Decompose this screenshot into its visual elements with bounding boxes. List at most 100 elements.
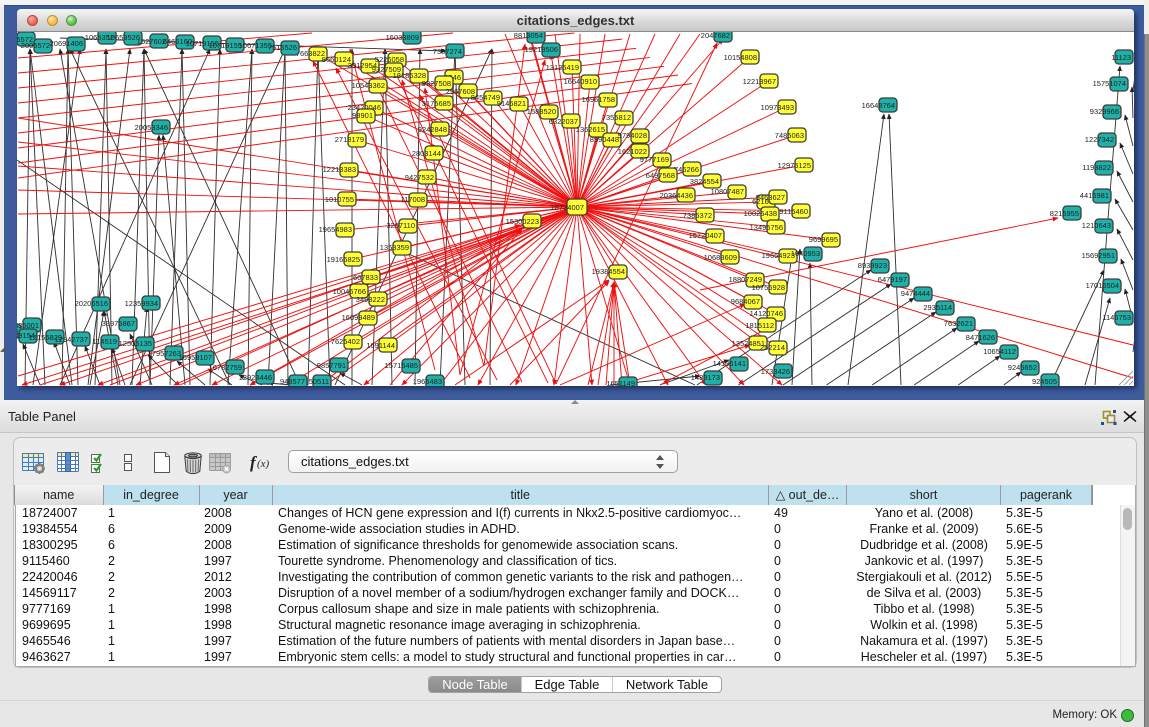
svg-text:9699695: 9699695: [809, 235, 838, 244]
svg-text:10543362: 10543362: [352, 81, 385, 90]
svg-text:16033809: 16033809: [386, 33, 419, 42]
svg-text:3824554: 3824554: [690, 177, 719, 186]
svg-text:10654112: 10654112: [983, 347, 1016, 356]
svg-text:15692951: 15692951: [1082, 251, 1115, 260]
svg-text:16099489: 16099489: [342, 313, 375, 322]
svg-text:1691144: 1691144: [366, 341, 395, 350]
svg-text:9242848: 9242848: [418, 125, 447, 134]
svg-text:9146821: 9146821: [497, 99, 526, 108]
svg-text:1733426: 1733426: [761, 367, 790, 376]
svg-text:10807487: 10807487: [711, 187, 744, 196]
svg-text:15716485: 15716485: [385, 361, 418, 370]
svg-text:10756928: 10756928: [752, 283, 785, 292]
svg-text:6479197: 6479197: [878, 275, 907, 284]
svg-text:8813054: 8813054: [514, 32, 543, 40]
svg-text:8215955: 8215955: [1050, 209, 1079, 218]
svg-text:1527602: 1527602: [137, 37, 166, 46]
svg-text:8660124: 8660124: [322, 55, 351, 64]
svg-text:9329966: 9329966: [1090, 107, 1119, 116]
svg-text:924505: 924505: [1032, 377, 1057, 386]
svg-text:20206516: 20206516: [75, 299, 108, 308]
svg-text:12213383: 12213383: [323, 165, 356, 174]
svg-text:17016504: 17016504: [1086, 281, 1119, 290]
svg-text:19218506: 19218506: [525, 45, 558, 54]
svg-text:9857791: 9857791: [317, 361, 346, 370]
svg-text:7357274: 7357274: [433, 47, 462, 56]
svg-text:12923446: 12923446: [239, 373, 272, 382]
svg-text:9684067: 9684067: [731, 297, 760, 306]
svg-text:19654983: 19654983: [319, 225, 352, 234]
svg-text:12975125: 12975125: [778, 161, 811, 170]
svg-text:9777169: 9777169: [640, 155, 669, 164]
svg-text:16648764: 16648764: [862, 101, 895, 110]
svg-text:33975867: 33975867: [102, 319, 135, 328]
svg-text:20364436: 20364436: [660, 191, 693, 200]
svg-text:2047682: 2047682: [701, 32, 730, 40]
svg-text:3498222: 3498222: [356, 295, 385, 304]
svg-text:2718179: 2718179: [335, 135, 364, 144]
svg-text:12359934: 12359934: [125, 299, 158, 308]
svg-text:2935114: 2935114: [923, 303, 952, 312]
svg-text:746266: 746266: [674, 165, 699, 174]
svg-text:9115460: 9115460: [779, 207, 808, 216]
svg-text:10973493: 10973493: [761, 103, 794, 112]
svg-text:18724007: 18724007: [551, 203, 584, 212]
svg-text:114519: 114519: [93, 337, 117, 346]
svg-text:17957263: 17957263: [148, 349, 181, 358]
svg-text:7386372: 7386372: [683, 211, 712, 220]
svg-text:1353359: 1353359: [380, 243, 409, 252]
svg-text:7485063: 7485063: [775, 131, 804, 140]
svg-text:1651149: 1651149: [606, 379, 635, 386]
svg-text:20691406: 20691406: [50, 39, 83, 48]
svg-text:16958107: 16958107: [179, 353, 212, 362]
svg-text:252214: 252214: [760, 343, 785, 352]
svg-text:4415981: 4415981: [1080, 191, 1109, 200]
svg-text:50511: 50511: [309, 377, 329, 386]
svg-text:10688609: 10688609: [704, 253, 737, 262]
svg-text:1227342: 1227342: [1085, 135, 1114, 144]
svg-text:14120746: 14120746: [750, 309, 783, 318]
svg-text:19384554: 19384554: [592, 267, 625, 276]
svg-text:14136141: 14136141: [713, 359, 746, 368]
svg-text:1588520: 1588520: [527, 107, 556, 116]
svg-text:7625402: 7625402: [331, 337, 360, 346]
svg-text:10653526: 10653526: [107, 33, 140, 42]
svg-text:8990448: 8990448: [590, 135, 619, 144]
svg-text:1010755: 1010755: [325, 195, 354, 204]
svg-text:667833: 667833: [353, 273, 378, 282]
svg-text:3175685: 3175685: [422, 99, 451, 108]
svg-text:13495756: 13495756: [750, 223, 783, 232]
svg-text:9474444: 9474444: [901, 289, 930, 298]
svg-text:7515526: 7515526: [268, 43, 297, 52]
svg-text:1193822: 1193822: [1082, 163, 1111, 172]
svg-text:16782759: 16782759: [209, 363, 242, 372]
svg-text:1362615: 1362615: [576, 125, 605, 134]
svg-text:10154808: 10154808: [724, 53, 757, 62]
svg-text:16961758: 16961758: [582, 95, 615, 104]
svg-text:12942737: 12942737: [55, 335, 88, 344]
svg-text:8471626: 8471626: [966, 333, 995, 342]
svg-text:8454749: 8454749: [471, 93, 500, 102]
svg-text:1146753: 1146753: [1102, 313, 1131, 322]
svg-text:9245652: 9245652: [1008, 363, 1037, 372]
svg-text:19166825: 19166825: [327, 255, 360, 264]
svg-text:6497568: 6497568: [646, 171, 675, 180]
svg-text:3267110: 3267110: [386, 221, 415, 230]
svg-text:948577: 948577: [280, 377, 305, 386]
svg-text:98901: 98901: [352, 111, 373, 120]
svg-text:9794028: 9794028: [618, 131, 647, 140]
svg-text:7663822: 7663822: [296, 49, 325, 58]
svg-text:9463627: 9463627: [756, 193, 785, 202]
svg-text:10025438: 10025438: [744, 209, 777, 218]
svg-text:1815112: 1815112: [745, 321, 774, 330]
svg-text:117008: 117008: [401, 195, 425, 204]
svg-text:9427532: 9427532: [405, 173, 434, 182]
svg-text:12505135: 12505135: [119, 339, 152, 348]
svg-text:2005572: 2005572: [21, 41, 50, 50]
svg-text:1489173: 1489173: [691, 373, 720, 382]
svg-text:13125419: 13125419: [546, 63, 579, 72]
svg-text:8938923: 8938923: [858, 261, 887, 270]
svg-text:16640910: 16640910: [564, 77, 597, 86]
svg-text:1965483: 1965483: [413, 377, 442, 386]
svg-text:10719155: 10719155: [209, 41, 242, 50]
